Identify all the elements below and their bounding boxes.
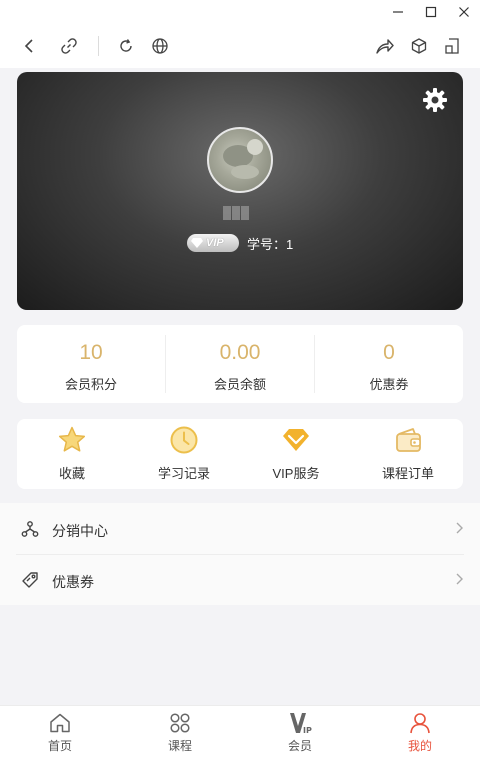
- avatar[interactable]: [207, 127, 273, 193]
- action-study-history[interactable]: 学习记录: [129, 419, 239, 489]
- tab-label: 首页: [47, 739, 72, 753]
- menu-list: 分销中心 优惠券: [0, 503, 480, 605]
- tab-courses[interactable]: 课程: [120, 706, 240, 761]
- window-titlebar: [0, 0, 480, 24]
- clock-icon: [170, 426, 198, 454]
- window-icon[interactable]: [440, 34, 464, 58]
- gear-icon[interactable]: [421, 86, 449, 114]
- menu-label: 分销中心: [52, 523, 108, 539]
- stat-label: 会员积分: [64, 377, 117, 392]
- tab-label: 我的: [407, 739, 432, 753]
- menu-item-coupons[interactable]: 优惠券: [0, 554, 480, 605]
- link-icon[interactable]: [57, 34, 81, 58]
- chevron-right-icon: [456, 522, 463, 534]
- tab-membership[interactable]: IP 会员: [240, 706, 360, 761]
- browser-toolbar: [0, 24, 480, 68]
- stat-balance[interactable]: 0.00 会员余额: [166, 325, 314, 403]
- user-icon: [410, 713, 430, 734]
- stat-value: 0.00: [219, 341, 261, 364]
- stat-label: 会员余额: [213, 377, 266, 392]
- refresh-icon[interactable]: [114, 34, 138, 58]
- tab-label: 课程: [167, 739, 192, 753]
- quick-actions-card: 收藏 学习记录 VIP服务 课程订单: [17, 419, 463, 489]
- action-label: VIP服务: [272, 466, 320, 481]
- action-favorites[interactable]: 收藏: [17, 419, 127, 489]
- svg-text:IP: IP: [303, 726, 312, 735]
- close-icon[interactable]: [449, 2, 479, 22]
- vip-row: VIP 学号：1: [187, 233, 317, 253]
- student-id: 学号：1: [247, 236, 294, 252]
- cube-icon[interactable]: [407, 34, 431, 58]
- bottom-tab-bar: 首页 课程 IP 会员 我的: [0, 705, 480, 761]
- stat-label: 优惠券: [369, 377, 409, 392]
- back-icon[interactable]: [17, 34, 41, 58]
- action-label: 收藏: [58, 466, 85, 481]
- tab-mine[interactable]: 我的: [360, 706, 480, 761]
- chevron-right-icon: [456, 573, 463, 585]
- stat-points[interactable]: 10 会员积分: [17, 325, 165, 403]
- stat-value: 0: [383, 341, 395, 364]
- grid-icon: [170, 713, 190, 733]
- network-icon: [21, 521, 39, 537]
- tag-icon: [22, 572, 38, 588]
- diamond-icon: [283, 429, 309, 451]
- globe-icon[interactable]: [148, 34, 172, 58]
- tab-label: 会员: [287, 739, 312, 753]
- action-label: 课程订单: [381, 466, 434, 481]
- stats-card: 10 会员积分 0.00 会员余额 0 优惠券: [17, 325, 463, 403]
- toolbar-separator: [98, 36, 99, 56]
- share-icon[interactable]: [373, 34, 397, 58]
- minimize-icon[interactable]: [383, 2, 413, 22]
- action-label: 学习记录: [157, 466, 210, 481]
- home-icon: [50, 713, 70, 733]
- stat-coupons[interactable]: 0 优惠券: [315, 325, 463, 403]
- vip-icon: IP: [290, 713, 312, 735]
- vip-badge: VIP: [187, 234, 239, 252]
- star-icon: [58, 426, 86, 452]
- maximize-icon[interactable]: [416, 2, 446, 22]
- profile-card: VIP 学号：1: [17, 72, 463, 310]
- wallet-icon: [396, 428, 421, 452]
- diamond-icon: [191, 238, 203, 248]
- tab-home[interactable]: 首页: [0, 706, 120, 761]
- menu-item-distribution[interactable]: 分销中心: [0, 503, 480, 555]
- action-course-orders[interactable]: 课程订单: [353, 419, 463, 489]
- action-vip-service[interactable]: VIP服务: [241, 419, 351, 489]
- stat-value: 10: [79, 341, 103, 364]
- menu-label: 优惠券: [52, 574, 94, 590]
- username-redacted: [223, 206, 257, 220]
